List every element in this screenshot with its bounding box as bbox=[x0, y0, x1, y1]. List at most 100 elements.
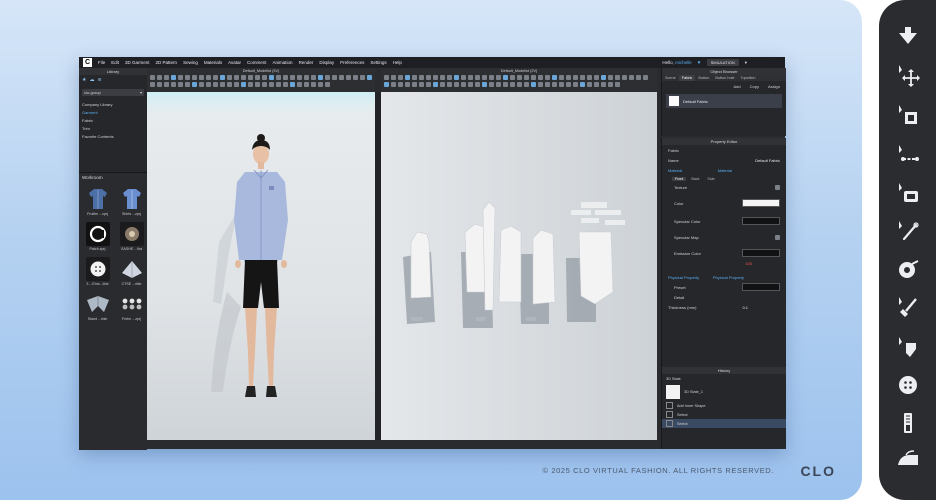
checkbox[interactable] bbox=[666, 402, 673, 409]
tab-button-hole[interactable]: Button hole bbox=[712, 75, 737, 81]
subtab-side[interactable]: Side bbox=[704, 177, 717, 181]
toolbar-tool-icon[interactable] bbox=[524, 75, 529, 80]
toolbar-tool-icon[interactable] bbox=[283, 75, 288, 80]
pe-physical-value[interactable]: Physical Property bbox=[713, 275, 744, 280]
menu-avatar[interactable]: Avatar bbox=[225, 60, 244, 65]
toolbar-tool-icon[interactable] bbox=[269, 75, 274, 80]
measure-tool-icon[interactable] bbox=[895, 142, 921, 168]
toolbar-tool-icon[interactable] bbox=[573, 75, 578, 80]
toolbar-tool-icon[interactable] bbox=[276, 75, 281, 80]
toolbar-tool-icon[interactable] bbox=[192, 75, 197, 80]
toolbar-tool-icon[interactable] bbox=[234, 82, 239, 87]
toolbar-tool-icon[interactable] bbox=[199, 75, 204, 80]
toolbar-tool-icon[interactable] bbox=[318, 75, 323, 80]
toolbar-tool-icon[interactable] bbox=[573, 82, 578, 87]
subtab-front[interactable]: Front bbox=[672, 176, 687, 181]
workroom-tile[interactable]: CTSE ...rfab bbox=[117, 257, 146, 287]
history-state-row[interactable]: 3D State_1 bbox=[662, 383, 786, 401]
toolbar-tool-icon[interactable] bbox=[594, 75, 599, 80]
app-logo[interactable]: C bbox=[83, 58, 92, 67]
toolbar-tool-icon[interactable] bbox=[241, 75, 246, 80]
toolbar-tool-icon[interactable] bbox=[262, 82, 267, 87]
toolbar-tool-icon[interactable] bbox=[206, 82, 211, 87]
toolbar-tool-icon[interactable] bbox=[248, 75, 253, 80]
toolbar-tool-icon[interactable] bbox=[269, 82, 274, 87]
toolbar-tool-icon[interactable] bbox=[559, 75, 564, 80]
toolbar-tool-icon[interactable] bbox=[164, 82, 169, 87]
toolbar-tool-icon[interactable] bbox=[587, 82, 592, 87]
toolbar-tool-icon[interactable] bbox=[178, 75, 183, 80]
toolbar-tool-icon[interactable] bbox=[643, 75, 648, 80]
toolbar-tool-icon[interactable] bbox=[297, 82, 302, 87]
menu-comment[interactable]: Comment bbox=[244, 60, 270, 65]
toolbar-tool-icon[interactable] bbox=[220, 75, 225, 80]
toolbar-tool-icon[interactable] bbox=[304, 75, 309, 80]
toolbar-tool-icon[interactable] bbox=[510, 75, 515, 80]
menu-materials[interactable]: Materials bbox=[201, 60, 225, 65]
menu-display[interactable]: Display bbox=[316, 60, 337, 65]
chevron-down-icon[interactable]: ▾ bbox=[745, 60, 747, 66]
toolbar-tool-icon[interactable] bbox=[157, 82, 162, 87]
toolbar-tool-icon[interactable] bbox=[503, 82, 508, 87]
toolbar-tool-icon[interactable] bbox=[580, 75, 585, 80]
toolbar-tool-icon[interactable] bbox=[164, 75, 169, 80]
toolbar-tool-icon[interactable] bbox=[475, 82, 480, 87]
toolbar-tool-icon[interactable] bbox=[391, 75, 396, 80]
emission-value[interactable]: 100 bbox=[745, 261, 752, 266]
assign-button[interactable]: Assign bbox=[768, 84, 780, 89]
toolbar-tool-icon[interactable] bbox=[290, 82, 295, 87]
toolbar-tool-icon[interactable] bbox=[517, 75, 522, 80]
toolbar-tool-icon[interactable] bbox=[545, 82, 550, 87]
texture-picker-icon[interactable] bbox=[775, 184, 780, 190]
needle-icon[interactable] bbox=[895, 218, 921, 244]
toolbar-tool-icon[interactable] bbox=[538, 75, 543, 80]
history-item[interactable]: Select bbox=[662, 410, 786, 419]
toolbar-tool-icon[interactable] bbox=[608, 75, 613, 80]
toolbar-tool-icon[interactable] bbox=[220, 82, 225, 87]
toolbar-tool-icon[interactable] bbox=[255, 82, 260, 87]
toolbar-tool-icon[interactable] bbox=[227, 75, 232, 80]
toolbar-tool-icon[interactable] bbox=[468, 75, 473, 80]
tab-scene[interactable]: Scene bbox=[662, 75, 679, 81]
workroom-tile[interactable]: Frelm ...zprj bbox=[117, 292, 146, 322]
toolbar-tool-icon[interactable] bbox=[629, 75, 634, 80]
toolbar-tool-icon[interactable] bbox=[636, 75, 641, 80]
toolbar-tool-icon[interactable] bbox=[524, 82, 529, 87]
toolbar-tool-icon[interactable] bbox=[447, 75, 452, 80]
toolbar-tool-icon[interactable] bbox=[559, 82, 564, 87]
toolbar-tool-icon[interactable] bbox=[199, 82, 204, 87]
toolbar-tool-icon[interactable] bbox=[353, 75, 358, 80]
toolbar-tool-icon[interactable] bbox=[276, 82, 281, 87]
copy-button[interactable]: Copy bbox=[750, 84, 759, 89]
sewing-machine-icon[interactable] bbox=[895, 102, 921, 128]
toolbar-tool-icon[interactable] bbox=[311, 75, 316, 80]
fabric-list-item[interactable]: Default Fabric bbox=[666, 94, 782, 108]
toolbar-tool-icon[interactable] bbox=[367, 75, 372, 80]
toolbar-tool-icon[interactable] bbox=[248, 82, 253, 87]
toolbar-tool-icon[interactable] bbox=[489, 75, 494, 80]
toolbar-tool-icon[interactable] bbox=[496, 75, 501, 80]
toolbar-tool-icon[interactable] bbox=[447, 82, 452, 87]
toolbar-tool-icon[interactable] bbox=[346, 75, 351, 80]
toolbar-tool-icon[interactable] bbox=[440, 75, 445, 80]
move-tool-icon[interactable] bbox=[895, 62, 921, 88]
toolbar-tool-icon[interactable] bbox=[325, 82, 330, 87]
toolbar-tool-icon[interactable] bbox=[440, 82, 445, 87]
preset-dropdown[interactable] bbox=[742, 283, 780, 291]
checkbox[interactable] bbox=[666, 420, 673, 427]
toolbar-tool-icon[interactable] bbox=[227, 82, 232, 87]
toolbar-tool-icon[interactable] bbox=[206, 75, 211, 80]
menu-animation[interactable]: Animation bbox=[270, 60, 296, 65]
toolbar-tool-icon[interactable] bbox=[468, 82, 473, 87]
toolbar-tool-icon[interactable] bbox=[615, 82, 620, 87]
menu-settings[interactable]: Settings bbox=[367, 60, 389, 65]
toolbar-tool-icon[interactable] bbox=[304, 82, 309, 87]
color-swatch[interactable] bbox=[742, 199, 780, 207]
viewport-3d[interactable] bbox=[147, 92, 381, 440]
toolbar-tool-icon[interactable] bbox=[419, 82, 424, 87]
toolbar-tool-icon[interactable] bbox=[433, 82, 438, 87]
toolbar-tool-icon[interactable] bbox=[339, 75, 344, 80]
toolbar-tool-icon[interactable] bbox=[426, 75, 431, 80]
history-item[interactable]: Select bbox=[662, 419, 786, 428]
menu-3d-garment[interactable]: 3D Garment bbox=[122, 60, 153, 65]
